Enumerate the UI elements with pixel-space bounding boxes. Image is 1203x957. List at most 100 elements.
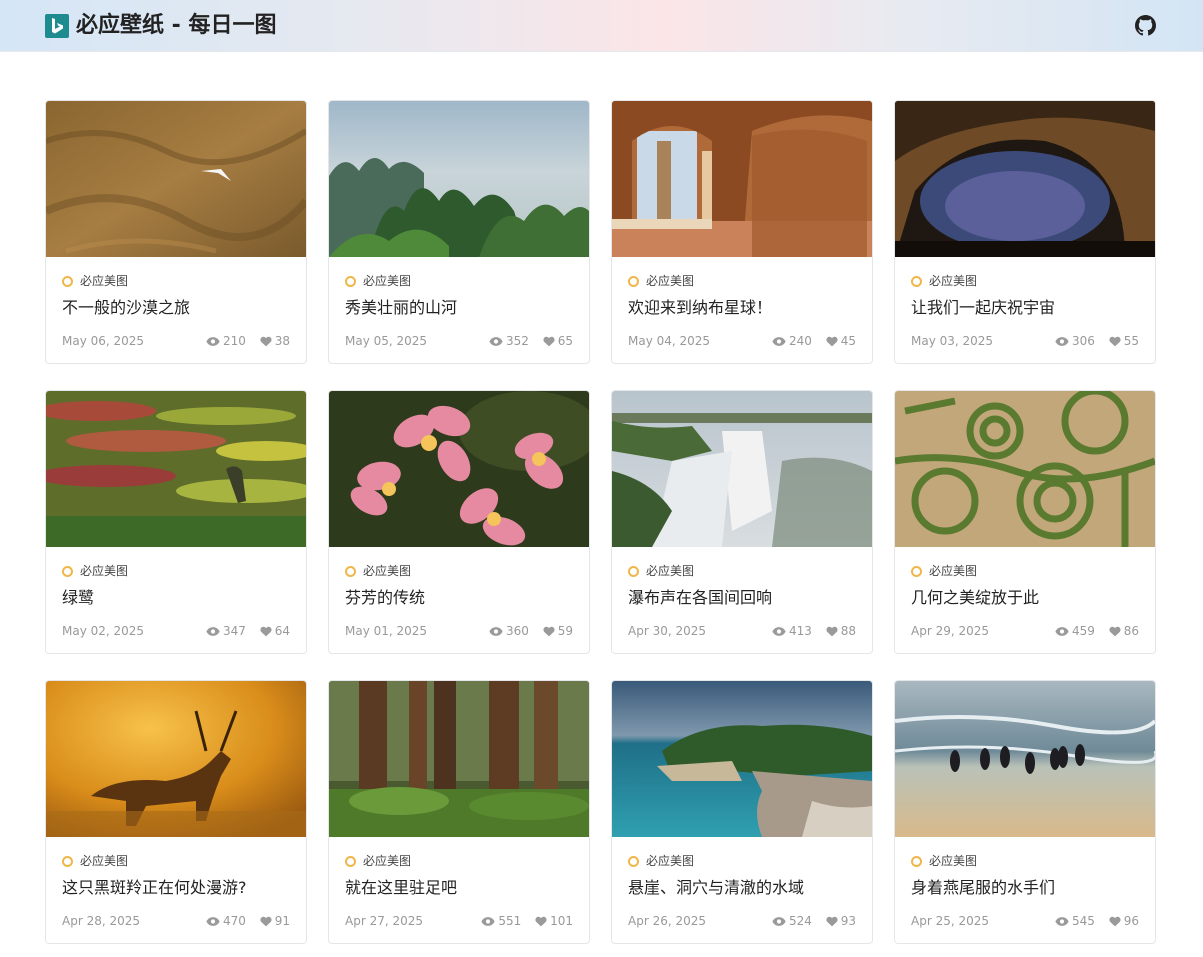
wallpaper-thumbnail[interactable] (329, 391, 589, 547)
heart-icon (543, 336, 555, 347)
wallpaper-thumbnail[interactable] (46, 681, 306, 837)
view-count: 470 (206, 913, 246, 929)
card-date: May 02, 2025 (62, 624, 145, 638)
category-tag: 必应美图 (345, 563, 411, 579)
view-count: 360 (489, 623, 529, 639)
wallpaper-card[interactable]: 必应美图 几何之美绽放于此 Apr 29, 2025 459 86 (894, 390, 1156, 654)
card-date: Apr 28, 2025 (62, 914, 141, 928)
like-count[interactable]: 91 (260, 913, 290, 929)
wallpaper-thumbnail[interactable] (46, 391, 306, 547)
wallpaper-thumbnail[interactable] (612, 101, 872, 257)
wallpaper-card[interactable]: 必应美图 悬崖、洞穴与清澈的水域 Apr 26, 2025 524 93 (611, 680, 873, 944)
heart-icon (260, 916, 272, 927)
wallpaper-card[interactable]: 必应美图 绿鹭 May 02, 2025 347 64 (45, 390, 307, 654)
view-count: 210 (206, 333, 246, 349)
eye-icon (1055, 917, 1069, 926)
card-title[interactable]: 这只黑斑羚正在何处漫游? (62, 877, 247, 899)
wallpaper-card[interactable]: 必应美图 就在这里驻足吧 Apr 27, 2025 551 101 (328, 680, 590, 944)
heart-icon (1109, 916, 1121, 927)
like-count[interactable]: 101 (535, 913, 573, 929)
card-title[interactable]: 让我们一起庆祝宇宙 (911, 297, 1055, 319)
card-title[interactable]: 瀑布声在各国间回响 (628, 587, 772, 609)
view-count: 524 (772, 913, 812, 929)
like-count[interactable]: 38 (260, 333, 290, 349)
view-count: 551 (481, 913, 521, 929)
card-date: May 04, 2025 (628, 334, 711, 348)
category-tag: 必应美图 (345, 273, 411, 289)
heart-icon (260, 626, 272, 637)
heart-icon (543, 626, 555, 637)
wallpaper-card[interactable]: 必应美图 瀑布声在各国间回响 Apr 30, 2025 413 88 (611, 390, 873, 654)
circle-icon (62, 566, 73, 577)
wallpaper-card[interactable]: 必应美图 欢迎来到纳布星球！ May 04, 2025 240 45 (611, 100, 873, 364)
wallpaper-card[interactable]: 必应美图 身着燕尾服的水手们 Apr 25, 2025 545 96 (894, 680, 1156, 944)
card-date: May 05, 2025 (345, 334, 428, 348)
top-header: 必应壁纸 - 每日一图 (0, 0, 1203, 52)
like-count[interactable]: 59 (543, 623, 573, 639)
like-count[interactable]: 88 (826, 623, 856, 639)
card-title[interactable]: 秀美壮丽的山河 (345, 297, 457, 319)
wallpaper-thumbnail[interactable] (46, 101, 306, 257)
circle-icon (628, 566, 639, 577)
wallpaper-thumbnail[interactable] (612, 391, 872, 547)
heart-icon (1109, 626, 1121, 637)
eye-icon (206, 627, 220, 636)
circle-icon (911, 566, 922, 577)
like-count[interactable]: 55 (1109, 333, 1139, 349)
card-title[interactable]: 欢迎来到纳布星球！ (628, 297, 772, 319)
like-count[interactable]: 64 (260, 623, 290, 639)
github-icon[interactable] (1135, 15, 1156, 36)
eye-icon (489, 337, 503, 346)
circle-icon (345, 856, 356, 867)
wallpaper-card[interactable]: 必应美图 秀美壮丽的山河 May 05, 2025 352 65 (328, 100, 590, 364)
site-title[interactable]: 必应壁纸 - 每日一图 (76, 11, 276, 41)
card-title[interactable]: 就在这里驻足吧 (345, 877, 457, 899)
wallpaper-card[interactable]: 必应美图 这只黑斑羚正在何处漫游? Apr 28, 2025 470 91 (45, 680, 307, 944)
like-count[interactable]: 86 (1109, 623, 1139, 639)
eye-icon (481, 917, 495, 926)
like-count[interactable]: 45 (826, 333, 856, 349)
bing-logo-icon[interactable] (45, 14, 69, 38)
card-title[interactable]: 悬崖、洞穴与清澈的水域 (628, 877, 804, 899)
wallpaper-card[interactable]: 必应美图 让我们一起庆祝宇宙 May 03, 2025 306 55 (894, 100, 1156, 364)
eye-icon (206, 917, 220, 926)
circle-icon (628, 856, 639, 867)
category-tag: 必应美图 (62, 563, 128, 579)
circle-icon (628, 276, 639, 287)
eye-icon (772, 917, 786, 926)
circle-icon (345, 566, 356, 577)
card-date: Apr 27, 2025 (345, 914, 424, 928)
card-date: May 03, 2025 (911, 334, 994, 348)
view-count: 352 (489, 333, 529, 349)
card-title[interactable]: 绿鹭 (62, 587, 94, 609)
heart-icon (535, 916, 547, 927)
wallpaper-card[interactable]: 必应美图 芬芳的传统 May 01, 2025 360 59 (328, 390, 590, 654)
wallpaper-thumbnail[interactable] (612, 681, 872, 837)
card-title[interactable]: 不一般的沙漠之旅 (62, 297, 190, 319)
like-count[interactable]: 96 (1109, 913, 1139, 929)
circle-icon (911, 856, 922, 867)
card-title[interactable]: 芬芳的传统 (345, 587, 425, 609)
eye-icon (1055, 337, 1069, 346)
like-count[interactable]: 93 (826, 913, 856, 929)
category-tag: 必应美图 (628, 273, 694, 289)
eye-icon (206, 337, 220, 346)
card-date: Apr 30, 2025 (628, 624, 707, 638)
wallpaper-thumbnail[interactable] (895, 101, 1155, 257)
view-count: 347 (206, 623, 246, 639)
wallpaper-card[interactable]: 必应美图 不一般的沙漠之旅 May 06, 2025 210 38 (45, 100, 307, 364)
category-tag: 必应美图 (62, 853, 128, 869)
card-title[interactable]: 几何之美绽放于此 (911, 587, 1039, 609)
wallpaper-thumbnail[interactable] (895, 391, 1155, 547)
card-title[interactable]: 身着燕尾服的水手们 (911, 877, 1055, 899)
heart-icon (260, 336, 272, 347)
eye-icon (772, 337, 786, 346)
heart-icon (1109, 336, 1121, 347)
wallpaper-thumbnail[interactable] (329, 101, 589, 257)
circle-icon (345, 276, 356, 287)
view-count: 545 (1055, 913, 1095, 929)
view-count: 240 (772, 333, 812, 349)
wallpaper-thumbnail[interactable] (895, 681, 1155, 837)
like-count[interactable]: 65 (543, 333, 573, 349)
wallpaper-thumbnail[interactable] (329, 681, 589, 837)
